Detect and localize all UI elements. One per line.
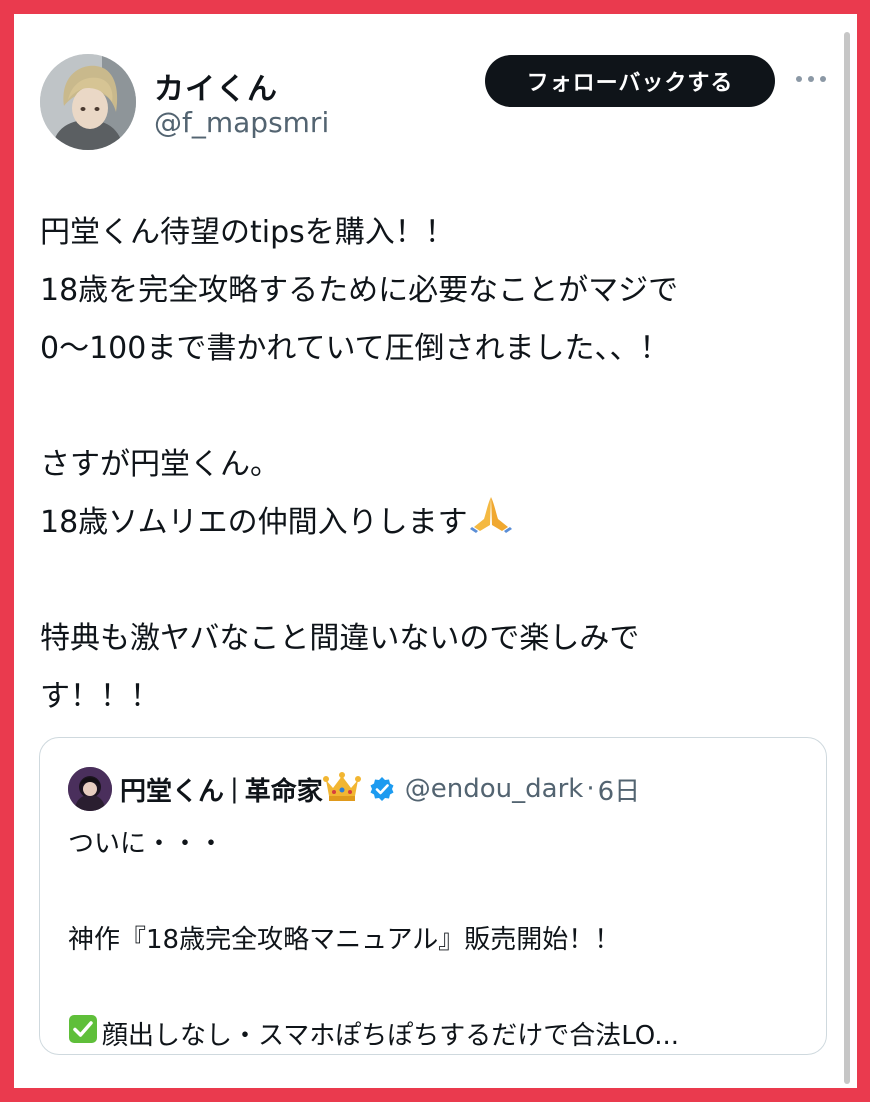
author-handle[interactable]: @f_mapsmri bbox=[154, 106, 329, 139]
quoted-name-separator: | bbox=[230, 774, 239, 804]
crown-icon bbox=[322, 772, 361, 806]
tweet-card: カイくん @f_mapsmri フォローバックする 円堂くん待望のtipsを購入… bbox=[14, 14, 857, 1088]
follow-back-button[interactable]: フォローバックする bbox=[485, 55, 775, 107]
quoted-display-name[interactable]: 円堂くん bbox=[120, 771, 224, 808]
tweet-line: さすが円堂くん。 bbox=[40, 447, 280, 482]
verified-badge-icon bbox=[369, 776, 395, 802]
quoted-handle[interactable]: @endou_dark bbox=[405, 774, 584, 804]
quoted-timestamp[interactable]: 6日 bbox=[598, 771, 641, 808]
quoted-line-with-check: 顔出しなし・スマホぽちぽちするだけで合法LO... bbox=[68, 1012, 808, 1060]
quoted-text: ついに・・・ 神作『18歳完全攻略マニュアル』販売開始！！ 顔出しなし・スマホぽ… bbox=[68, 820, 808, 1060]
more-horizontal-icon[interactable] bbox=[796, 72, 826, 86]
tweet-line: 18歳ソムリエの仲間入りします bbox=[40, 505, 468, 540]
author-display-name[interactable]: カイくん bbox=[154, 64, 278, 108]
quoted-line: 顔出しなし・スマホぽちぽちするだけで合法LO... bbox=[102, 1021, 679, 1051]
tweet-text: 円堂くん待望のtipsを購入！！ 18歳を完全攻略するために必要なことがマジで … bbox=[40, 204, 820, 726]
quoted-line: ついに・・・ bbox=[68, 829, 225, 859]
tweet-line: 0〜100まで書かれていて圧倒されました、、！ bbox=[40, 331, 670, 366]
quoted-line: 神作『18歳完全攻略マニュアル』販売開始！！ bbox=[68, 925, 621, 955]
quoted-tweet[interactable]: 円堂くん | 革命家 @endou_dark · 6日 ついに・・・ 神作『18… bbox=[39, 737, 827, 1055]
quoted-title[interactable]: 革命家 bbox=[245, 771, 323, 808]
quoted-header: 円堂くん | 革命家 @endou_dark · 6日 bbox=[120, 768, 640, 810]
scrollbar[interactable] bbox=[844, 32, 850, 1084]
tweet-line: 18歳を完全攻略するために必要なことがマジで bbox=[40, 273, 679, 308]
check-mark-button-icon bbox=[68, 1012, 98, 1060]
tweet-line: 特典も激ヤバなこと間違いないので楽しみで bbox=[40, 621, 640, 656]
tweet-line: 円堂くん待望のtipsを購入！！ bbox=[40, 215, 455, 250]
folded-hands-icon bbox=[468, 493, 514, 553]
quoted-separator-dot: · bbox=[586, 774, 595, 804]
quoted-author-avatar[interactable] bbox=[68, 767, 112, 811]
tweet-line: す！！！ bbox=[40, 679, 160, 714]
tweet-line-with-emoji: 18歳ソムリエの仲間入りします bbox=[40, 494, 820, 552]
author-avatar[interactable] bbox=[40, 54, 136, 150]
